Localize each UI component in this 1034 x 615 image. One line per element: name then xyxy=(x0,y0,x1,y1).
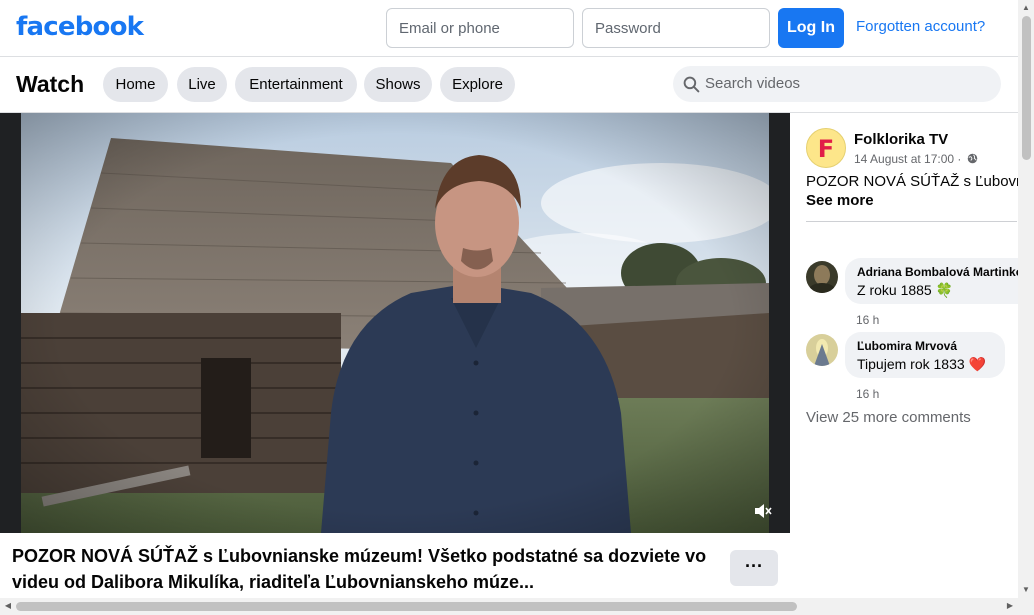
heart-emoji-icon: ❤️ xyxy=(968,356,986,372)
globe-icon xyxy=(967,153,978,164)
more-options-button[interactable]: ··· xyxy=(730,550,778,586)
forgotten-account-link[interactable]: Forgotten account? xyxy=(856,18,985,35)
facebook-logo[interactable]: facebook xyxy=(16,12,144,42)
video-frame[interactable] xyxy=(21,113,769,533)
search-placeholder: Search videos xyxy=(705,75,801,92)
comment-time[interactable]: 16 h xyxy=(856,387,879,401)
divider xyxy=(806,221,1017,222)
commenter-avatar[interactable] xyxy=(806,261,838,293)
vertical-scroll-thumb[interactable] xyxy=(1022,16,1031,160)
password-field[interactable] xyxy=(582,8,770,48)
video-still-image xyxy=(21,113,769,533)
comment-time[interactable]: 16 h xyxy=(856,313,879,327)
tab-shows[interactable]: Shows xyxy=(364,67,432,102)
login-button[interactable]: Log In xyxy=(778,8,844,48)
video-caption: POZOR NOVÁ SÚŤAŽ s Ľubovnianske múzeum! … xyxy=(12,546,707,592)
post-text: POZOR NOVÁ SÚŤAŽ s Ľubovnianske múzeum! xyxy=(806,173,1018,190)
comment-text-body: Z roku 1885 xyxy=(857,282,932,298)
top-header: facebook Log In Forgotten account? xyxy=(0,0,1018,57)
page-name-link[interactable]: Folklorika TV xyxy=(854,131,948,148)
scroll-left-arrow-icon[interactable]: ◀ xyxy=(0,598,16,614)
clover-emoji-icon: 🍀 xyxy=(935,282,954,298)
post-timestamp[interactable]: 14 August at 17:00 · xyxy=(854,152,978,166)
mute-icon[interactable] xyxy=(752,501,772,521)
video-player[interactable] xyxy=(0,113,790,533)
page-avatar-letter: F xyxy=(817,135,835,163)
comment-text: Tipujem rok 1833 ❤️ xyxy=(857,356,993,373)
horizontal-scroll-thumb[interactable] xyxy=(16,602,797,611)
view-more-comments-link[interactable]: View 25 more comments xyxy=(806,409,971,426)
tab-home[interactable]: Home xyxy=(103,67,168,102)
commenter-avatar[interactable] xyxy=(806,334,838,366)
horizontal-scrollbar[interactable]: ◀ ▶ xyxy=(0,598,1034,615)
see-more-link[interactable]: See more xyxy=(806,192,874,209)
comment-bubble: Ľubomira Mrvová Tipujem rok 1833 ❤️ xyxy=(845,332,1005,378)
comment-bubble: Adriana Bombalová Martinková Z roku 1885… xyxy=(845,258,1018,304)
tab-entertainment[interactable]: Entertainment xyxy=(235,67,357,102)
search-videos-input[interactable]: Search videos xyxy=(673,66,1001,102)
commenter-name[interactable]: Adriana Bombalová Martinková xyxy=(857,265,1018,279)
scroll-down-arrow-icon[interactable]: ▼ xyxy=(1018,582,1034,598)
watch-nav-bar: Watch Home Live Entertainment Shows Expl… xyxy=(0,57,1018,113)
page-avatar[interactable]: F xyxy=(806,128,846,168)
comment-text: Z roku 1885 🍀 xyxy=(857,282,1018,299)
commenter-name[interactable]: Ľubomira Mrvová xyxy=(857,339,993,353)
search-icon xyxy=(683,76,700,93)
post-time-text: 14 August at 17:00 · xyxy=(854,152,962,166)
post-sidebar: F Folklorika TV 14 August at 17:00 · POZ… xyxy=(790,113,1018,598)
tab-explore[interactable]: Explore xyxy=(440,67,515,102)
watch-title: Watch xyxy=(16,71,85,97)
scroll-up-arrow-icon[interactable]: ▲ xyxy=(1018,0,1034,16)
comment-text-body: Tipujem rok 1833 xyxy=(857,356,965,372)
tab-live[interactable]: Live xyxy=(177,67,227,102)
email-field[interactable] xyxy=(386,8,574,48)
vertical-scrollbar[interactable]: ▲ ▼ xyxy=(1018,0,1034,598)
scroll-right-arrow-icon[interactable]: ▶ xyxy=(1002,598,1018,614)
